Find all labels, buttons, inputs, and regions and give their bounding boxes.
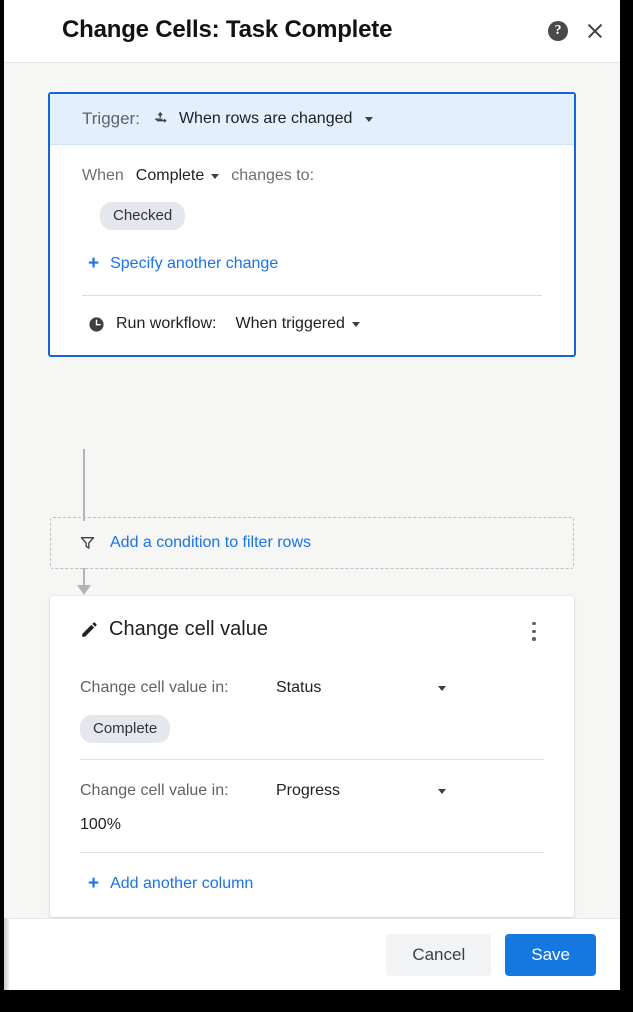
change-cells-dialog: Change Cells: Task Complete ? Trigger:: [4, 0, 620, 990]
trigger-label: Trigger:: [82, 109, 140, 129]
chevron-down-icon: [211, 174, 219, 179]
kebab-menu-icon[interactable]: [526, 622, 542, 642]
dialog-footer: Cancel Save: [4, 918, 620, 990]
trigger-condition-row: When Complete changes to:: [82, 167, 542, 185]
change-cell-field-label: Change cell value in:: [80, 679, 276, 697]
chevron-down-icon: [438, 789, 446, 794]
filter-funnel-icon: [79, 534, 96, 552]
trigger-type-value: When rows are changed: [179, 110, 352, 128]
change-cell-field-row: Change cell value in: Progress: [80, 760, 544, 800]
help-circle-icon[interactable]: ?: [548, 21, 568, 41]
header-actions: ?: [548, 0, 606, 62]
trigger-column-value: Complete: [136, 167, 204, 185]
trigger-header: Trigger: When rows are changed: [50, 94, 574, 145]
change-cell-value-text[interactable]: 100%: [80, 800, 544, 852]
trigger-type-select[interactable]: When rows are changed: [152, 110, 373, 128]
change-rows-icon: [152, 110, 170, 128]
dialog-body: Trigger: When rows are changed: [4, 63, 620, 918]
chevron-down-icon: [352, 322, 360, 327]
plus-icon: +: [88, 874, 99, 893]
add-another-column-label: Add another column: [110, 875, 253, 893]
change-cell-value-card: Change cell value Change cell value in: …: [50, 596, 574, 917]
trigger-body: When Complete changes to: Checked + Spec…: [50, 145, 574, 355]
run-workflow-row: Run workflow: When triggered: [82, 296, 542, 355]
run-workflow-value: When triggered: [235, 315, 344, 333]
add-another-column-button[interactable]: + Add another column: [80, 853, 544, 917]
add-condition-label: Add a condition to filter rows: [110, 534, 311, 552]
change-cell-column-value: Status: [276, 679, 321, 697]
change-cell-column-value: Progress: [276, 782, 340, 800]
trigger-column-select[interactable]: Complete: [136, 167, 219, 185]
change-cell-column-select[interactable]: Status: [276, 679, 446, 697]
screen-root: Change Cells: Task Complete ? Trigger:: [0, 0, 633, 1012]
trigger-card: Trigger: When rows are changed: [48, 92, 576, 357]
specify-another-change-button[interactable]: + Specify another change: [88, 254, 542, 273]
changes-to-label: changes to:: [231, 167, 314, 185]
save-button[interactable]: Save: [505, 934, 596, 976]
action-card-header: Change cell value: [80, 596, 544, 657]
add-condition-box[interactable]: Add a condition to filter rows: [50, 517, 574, 569]
plus-icon: +: [88, 254, 99, 273]
pencil-icon: [80, 621, 98, 639]
chevron-down-icon: [365, 117, 373, 122]
change-cell-field-label: Change cell value in:: [80, 782, 276, 800]
run-workflow-select[interactable]: When triggered: [235, 315, 359, 333]
specify-another-change-label: Specify another change: [110, 255, 278, 273]
when-prefix-label: When: [82, 167, 124, 185]
chevron-down-icon: [438, 686, 446, 691]
change-cell-field-row: Change cell value in: Status: [80, 657, 544, 697]
cancel-button[interactable]: Cancel: [386, 934, 491, 976]
connector-line-top: [83, 449, 85, 521]
change-cell-value-pill[interactable]: Complete: [80, 715, 170, 743]
close-icon[interactable]: [584, 20, 606, 42]
connector-arrow-icon: [77, 585, 91, 595]
change-cell-column-select[interactable]: Progress: [276, 782, 446, 800]
dialog-header: Change Cells: Task Complete ?: [4, 0, 620, 63]
trigger-value-pill[interactable]: Checked: [100, 202, 185, 230]
page-title: Change Cells: Task Complete: [62, 16, 392, 44]
run-workflow-label: Run workflow:: [116, 315, 216, 333]
action-card-title: Change cell value: [109, 618, 268, 641]
clock-icon: [88, 316, 105, 333]
